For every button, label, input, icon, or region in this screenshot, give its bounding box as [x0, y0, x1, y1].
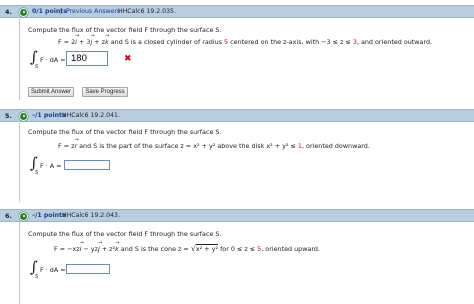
- integrand-label: F · A =: [40, 162, 62, 170]
- question-code: HHCalc6 19.2.035.: [118, 8, 176, 16]
- status-dot-icon: [19, 211, 28, 221]
- answer-input[interactable]: [64, 160, 110, 170]
- answer-input[interactable]: [66, 264, 110, 274]
- question-prompt: Compute the flux of the vector field F t…: [28, 230, 222, 238]
- x-mark-icon: ✖: [124, 54, 132, 64]
- points-label: –/1 points: [32, 212, 66, 220]
- question-body: Compute the flux of the vector field F t…: [19, 122, 472, 202]
- answer-input[interactable]: 180: [66, 51, 108, 66]
- integrand-label: F · dA =: [40, 266, 66, 274]
- question-6: 6. –/1 points HHCalc6 19.2.043. Compute …: [0, 206, 474, 304]
- question-prompt: Compute the flux of the vector field F t…: [28, 128, 222, 136]
- question-prompt: Compute the flux of the vector field F t…: [28, 26, 222, 34]
- integral-symbol: ∫: [30, 48, 38, 66]
- question-body: Compute the flux of the vector field F t…: [19, 222, 472, 304]
- field-definition: F = −xzi − yzj + z²k and S is the cone z…: [54, 240, 320, 253]
- status-dot-icon: [19, 7, 28, 17]
- surface-subscript: S: [35, 170, 39, 176]
- question-header: 4. 0/1 points | Previous Answers HHCalc6…: [0, 5, 474, 18]
- question-code: HHCalc6 19.2.041.: [62, 112, 120, 120]
- integral-symbol: ∫: [30, 154, 38, 172]
- surface-subscript: S: [35, 64, 39, 70]
- separator: |: [60, 8, 63, 16]
- question-number: 5.: [5, 112, 12, 120]
- surface-subscript: S: [35, 274, 39, 280]
- question-number: 6.: [5, 212, 12, 220]
- save-progress-button[interactable]: Save Progress: [82, 87, 128, 97]
- submit-answer-button[interactable]: Submit Answer: [28, 87, 74, 97]
- field-definition: F = 2i + 3j + zk and S is a closed cylin…: [58, 33, 432, 46]
- question-5: 5. –/1 points HHCalc6 19.2.041. Compute …: [0, 106, 474, 206]
- points-label: –/1 points: [32, 112, 66, 120]
- integral-symbol: ∫: [30, 258, 38, 276]
- field-definition: F = zr and S is the part of the surface …: [58, 137, 370, 150]
- question-body: Compute the flux of the vector field F t…: [19, 18, 472, 100]
- question-header: 6. –/1 points HHCalc6 19.2.043.: [0, 209, 474, 222]
- question-number: 4.: [5, 8, 12, 16]
- previous-answers-link[interactable]: Previous Answers: [66, 8, 120, 15]
- question-header: 5. –/1 points HHCalc6 19.2.041.: [0, 109, 474, 122]
- question-4: 4. 0/1 points | Previous Answers HHCalc6…: [0, 0, 474, 104]
- integrand-label: F · dA =: [40, 56, 66, 64]
- question-code: HHCalc6 19.2.043.: [62, 212, 120, 220]
- status-dot-icon: [19, 111, 28, 121]
